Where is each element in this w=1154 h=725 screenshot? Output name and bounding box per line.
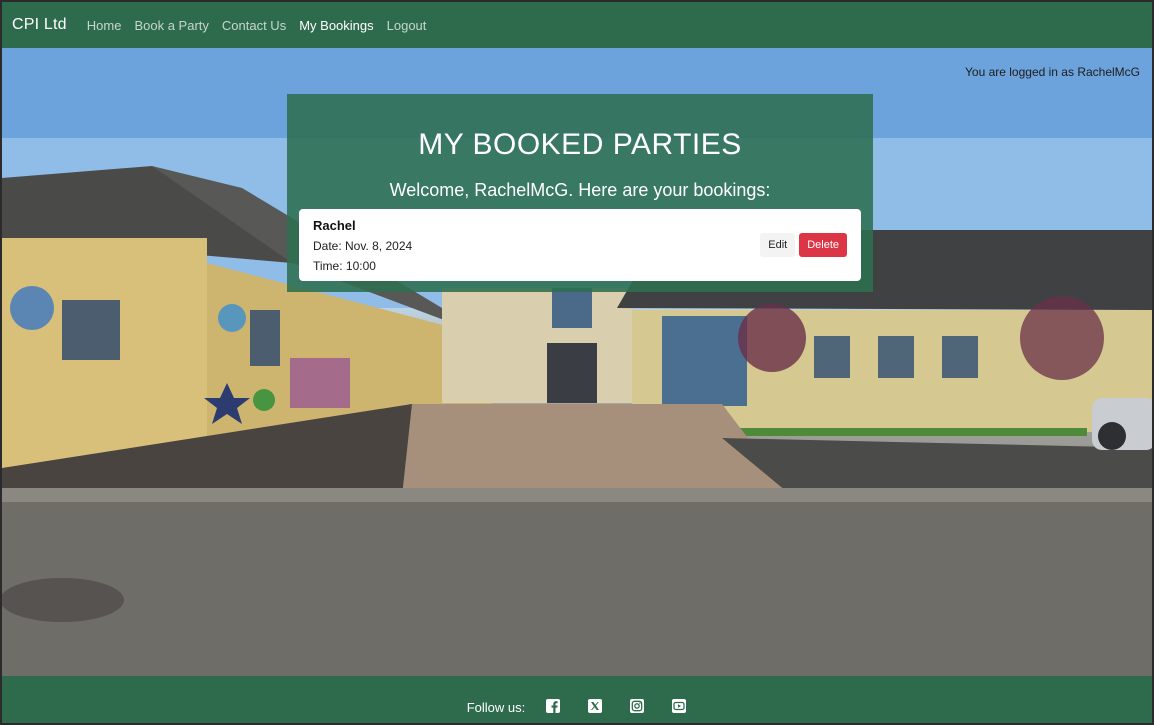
instagram-icon[interactable]	[629, 698, 645, 714]
nav-link-contact-us[interactable]: Contact Us	[222, 18, 286, 33]
logged-in-status: You are logged in as RachelMcG	[965, 65, 1140, 79]
nav-link-book-a-party[interactable]: Book a Party	[134, 18, 208, 33]
social-links	[545, 698, 687, 714]
follow-us-label: Follow us:	[466, 700, 526, 715]
nav-link-my-bookings[interactable]: My Bookings	[299, 18, 373, 33]
page-title: MY BOOKED PARTIES	[418, 128, 742, 161]
x-twitter-icon[interactable]	[587, 698, 603, 714]
bookings-panel: MY BOOKED PARTIES Welcome, RachelMcG. He…	[287, 94, 873, 292]
booking-name: Rachel	[313, 218, 356, 233]
nav-links: Home Book a Party Contact Us My Bookings…	[87, 18, 440, 33]
booking-time: Time: 10:00	[313, 259, 376, 273]
youtube-icon[interactable]	[671, 698, 687, 714]
booking-actions: Edit Delete	[760, 233, 847, 257]
navbar: CPI Ltd Home Book a Party Contact Us My …	[2, 2, 1152, 48]
facebook-icon[interactable]	[545, 698, 561, 714]
welcome-message: Welcome, RachelMcG. Here are your bookin…	[389, 180, 771, 200]
nav-link-home[interactable]: Home	[87, 18, 122, 33]
delete-booking-button[interactable]: Delete	[799, 233, 847, 257]
footer: Follow us:	[2, 676, 1152, 723]
nav-link-logout[interactable]: Logout	[387, 18, 427, 33]
brand-logo[interactable]: CPI Ltd	[12, 16, 67, 34]
booking-card: Rachel Date: Nov. 8, 2024 Time: 10:00 Ed…	[299, 209, 861, 281]
edit-booking-button[interactable]: Edit	[760, 233, 796, 257]
hero-background: You are logged in as RachelMcG MY BOOKED…	[2, 48, 1152, 676]
browser-viewport: CPI Ltd Home Book a Party Contact Us My …	[0, 0, 1154, 725]
